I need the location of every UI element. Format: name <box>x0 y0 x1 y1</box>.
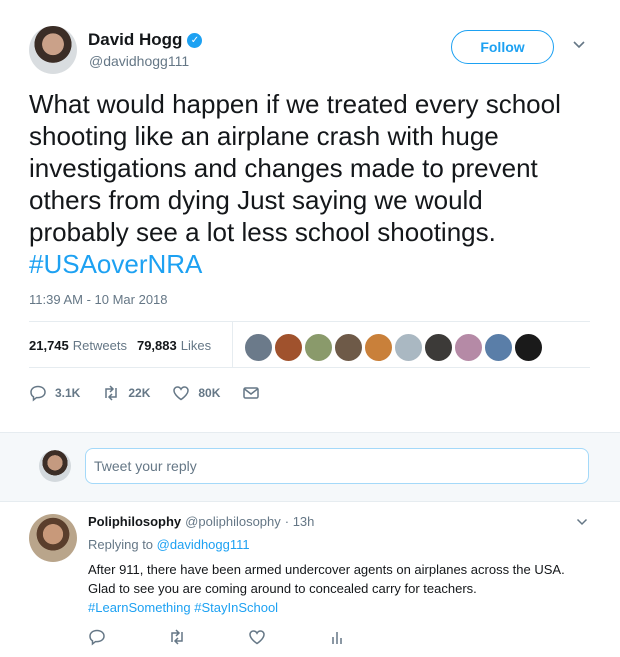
heart-icon[interactable] <box>248 628 266 646</box>
stats-separator <box>232 321 233 367</box>
likes-label: Likes <box>180 338 212 353</box>
tweet-actions: 3.1K 22K 80K <box>29 384 282 402</box>
liker-avatar[interactable] <box>484 333 513 362</box>
liker-avatar[interactable] <box>514 333 543 362</box>
follow-button[interactable]: Follow <box>451 30 554 64</box>
like-button[interactable]: 80K <box>172 384 220 402</box>
liker-avatars <box>244 333 543 362</box>
chevron-down-icon[interactable] <box>572 38 586 52</box>
reply-input[interactable]: Tweet your reply <box>85 448 589 484</box>
reply-icon <box>30 385 46 402</box>
reply-icon[interactable] <box>88 628 106 646</box>
reply-author-name[interactable]: Poliphilosophy <box>88 514 181 529</box>
like-count: 80K <box>198 386 221 400</box>
verified-badge-icon: ✓ <box>187 32 203 48</box>
liker-avatar[interactable] <box>424 333 453 362</box>
reply-actions <box>88 628 408 646</box>
author-name-row[interactable]: David Hogg ✓ <box>88 30 203 50</box>
envelope-icon <box>243 387 260 399</box>
likes-count: 79,883 <box>136 338 177 353</box>
tweet-text: What would happen if we treated every sc… <box>29 88 589 280</box>
reply-button[interactable]: 3.1K <box>29 384 80 402</box>
reply-text: After 911, there have been armed underco… <box>88 560 578 617</box>
direct-message-button[interactable] <box>242 384 260 402</box>
liker-avatar[interactable] <box>454 333 483 362</box>
liker-avatar[interactable] <box>274 333 303 362</box>
retweets-label: Retweets <box>72 338 127 353</box>
chevron-down-icon[interactable] <box>576 516 588 528</box>
current-user-avatar <box>39 450 71 482</box>
retweets-count: 21,745 <box>29 338 69 353</box>
liker-avatar[interactable] <box>244 333 273 362</box>
retweet-count: 22K <box>128 386 151 400</box>
retweets-stat[interactable]: 21,745 Retweets <box>29 338 127 353</box>
divider <box>29 367 590 368</box>
tweet-stats: 21,745 Retweets 79,883 Likes <box>29 338 221 353</box>
replying-to: Replying to @davidhogg111 <box>88 537 250 552</box>
author-avatar[interactable] <box>29 26 77 74</box>
liker-avatar[interactable] <box>334 333 363 362</box>
analytics-icon[interactable] <box>328 628 346 646</box>
retweet-icon[interactable] <box>168 628 186 646</box>
reply-time[interactable]: · 13h <box>285 514 315 529</box>
replying-prefix: Replying to <box>88 537 154 552</box>
tweet-timestamp[interactable]: 11:39 AM - 10 Mar 2018 <box>29 292 168 307</box>
reply-hashtags[interactable]: #LearnSomething #StayInSchool <box>88 600 278 615</box>
tweet-hashtag-link[interactable]: #USAoverNRA <box>29 249 202 279</box>
liker-avatar[interactable] <box>304 333 333 362</box>
tweet-body: What would happen if we treated every sc… <box>29 89 561 247</box>
reply-author-handle[interactable]: @poliphilosophy <box>185 514 281 529</box>
reply-body: After 911, there have been armed underco… <box>88 562 565 596</box>
replying-to-link[interactable]: @davidhogg111 <box>157 537 250 552</box>
heart-icon <box>173 386 190 401</box>
author-name[interactable]: David Hogg <box>88 30 182 50</box>
retweet-icon <box>105 385 118 401</box>
reply-count: 3.1K <box>55 386 81 400</box>
liker-avatar[interactable] <box>394 333 423 362</box>
divider <box>29 321 590 322</box>
author-handle[interactable]: @davidhogg111 <box>89 53 189 69</box>
likes-stat[interactable]: 79,883 Likes <box>137 338 211 353</box>
reply-header: Poliphilosophy @poliphilosophy · 13h <box>88 514 314 529</box>
reply-author-avatar[interactable] <box>29 514 77 562</box>
liker-avatar[interactable] <box>364 333 393 362</box>
retweet-button[interactable]: 22K <box>102 384 150 402</box>
